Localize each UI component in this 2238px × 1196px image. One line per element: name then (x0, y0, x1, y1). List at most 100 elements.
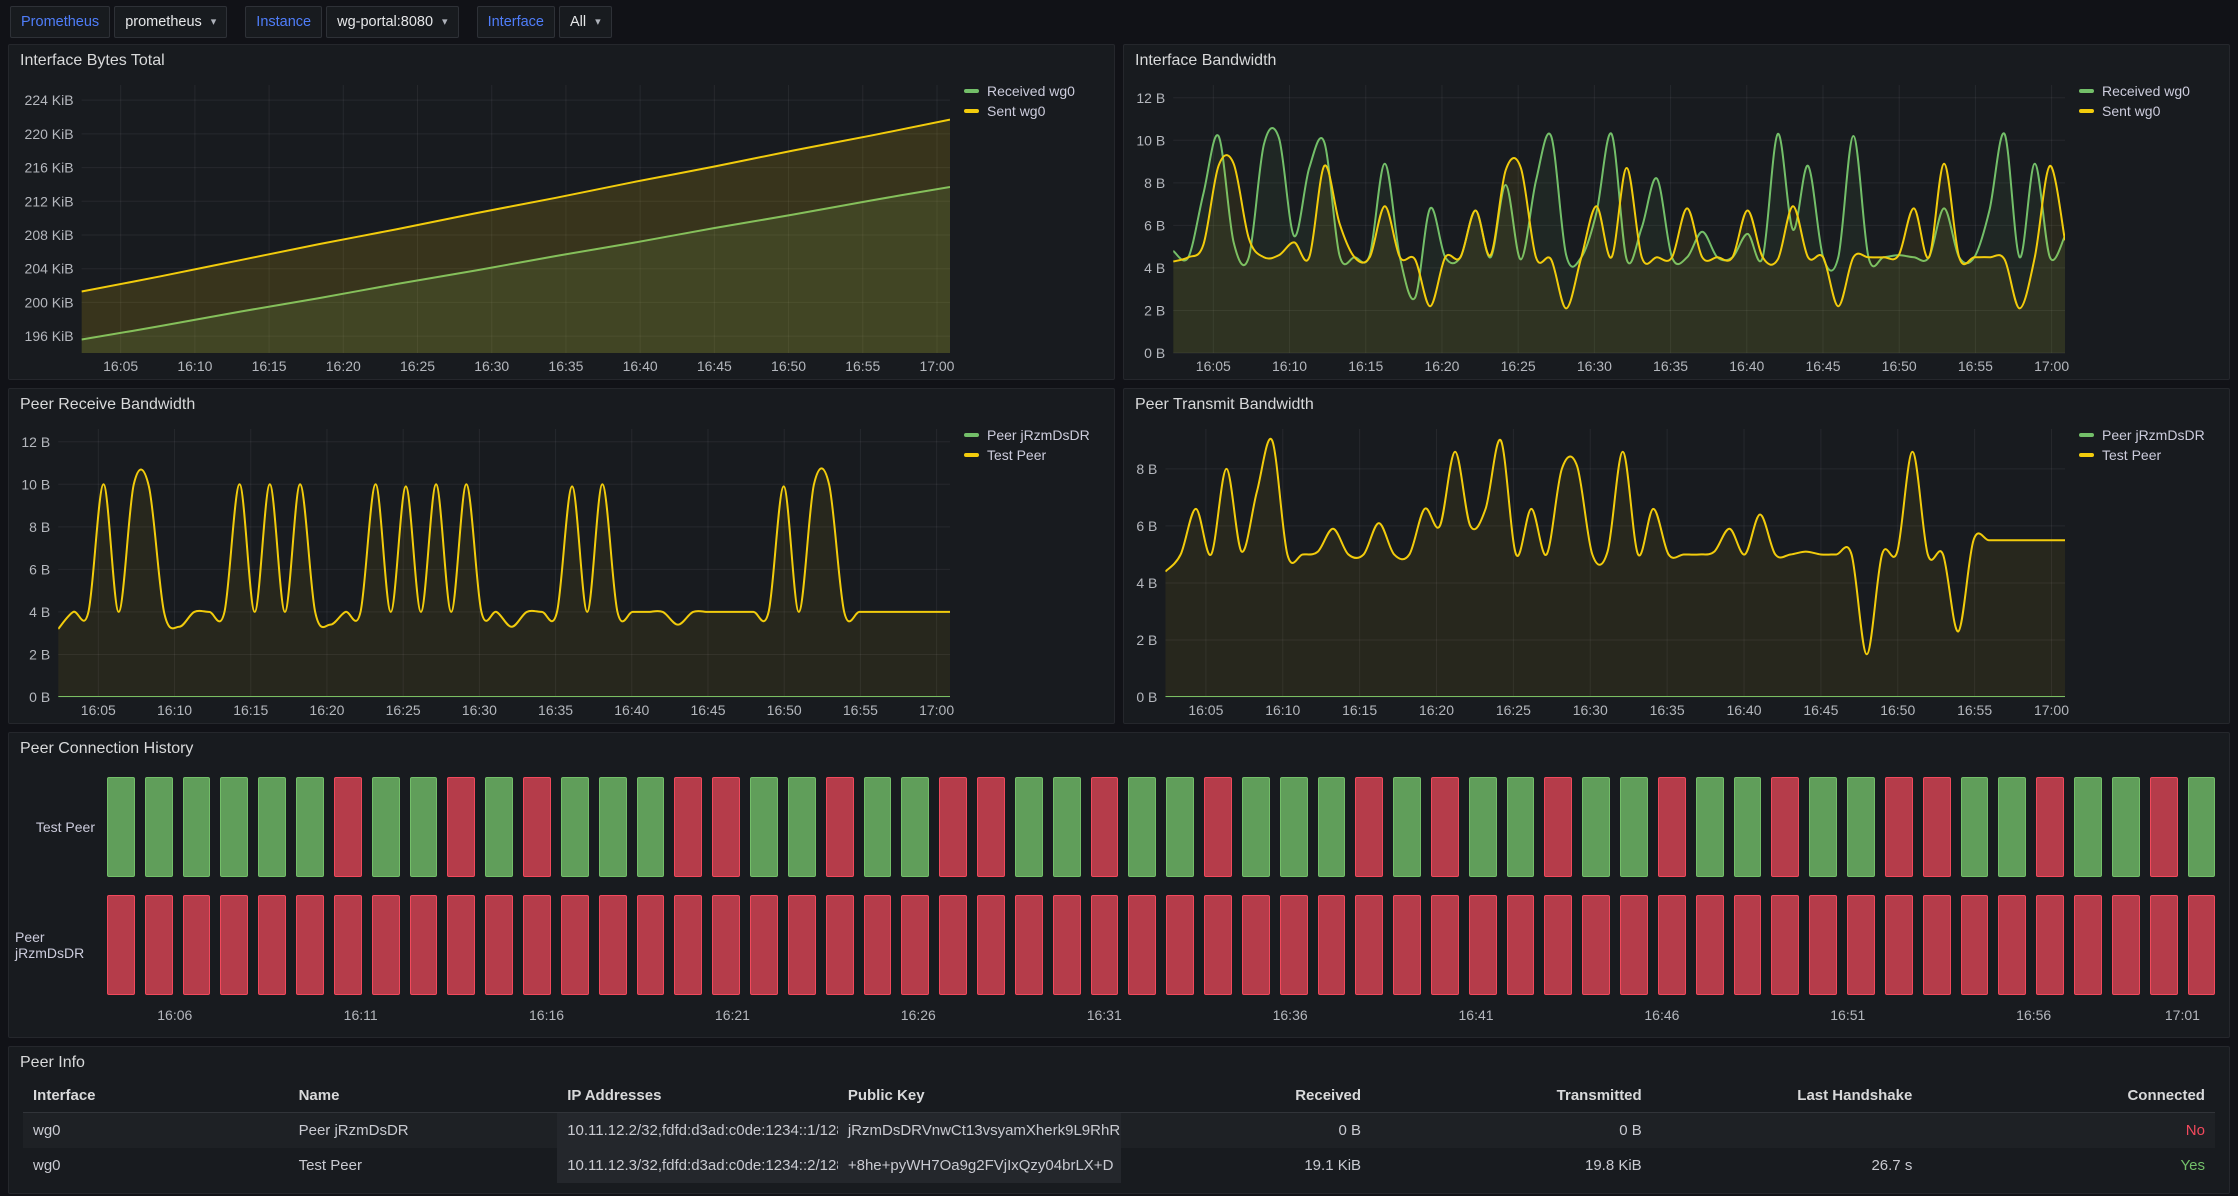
timeline-tick-label: 16:36 (1273, 1007, 1308, 1023)
state-bar (2188, 895, 2216, 995)
timeline-axis: 16:0616:1116:1616:2116:2616:3116:3616:41… (119, 1003, 2201, 1025)
legend-item[interactable]: Test Peer (2079, 447, 2221, 463)
state-bar (1393, 777, 1421, 877)
panel-title[interactable]: Peer Transmit Bandwidth (1124, 389, 2229, 421)
panel-title[interactable]: Interface Bytes Total (9, 45, 1114, 77)
svg-text:16:55: 16:55 (845, 358, 880, 374)
svg-text:16:40: 16:40 (1726, 702, 1761, 718)
svg-text:12 B: 12 B (1136, 90, 1165, 106)
column-header[interactable]: Received (1121, 1079, 1372, 1113)
series-color-swatch (2079, 453, 2094, 457)
svg-text:16:45: 16:45 (690, 702, 725, 718)
svg-text:16:30: 16:30 (1573, 702, 1608, 718)
panel-title[interactable]: Peer Connection History (9, 733, 2229, 765)
state-bar (750, 895, 778, 995)
state-bar (1242, 777, 1270, 877)
panel-interface-bandwidth: Interface Bandwidth 0 B2 B4 B6 B8 B10 B1… (1123, 44, 2230, 380)
column-header[interactable]: Last Handshake (1652, 1079, 1923, 1113)
panel-title[interactable]: Peer Info (9, 1047, 2229, 1079)
var-select-prometheus[interactable]: prometheus ▾ (114, 6, 227, 38)
svg-text:16:05: 16:05 (1196, 358, 1231, 374)
timeline-row-label: Peer jRzmDsDR (15, 895, 107, 995)
legend-item[interactable]: Test Peer (964, 447, 1106, 463)
svg-text:16:55: 16:55 (1958, 358, 1993, 374)
column-header[interactable]: Transmitted (1371, 1079, 1652, 1113)
var-select-interface[interactable]: All ▾ (559, 6, 612, 38)
legend-item[interactable]: Sent wg0 (964, 103, 1106, 119)
svg-text:10 B: 10 B (1136, 132, 1165, 148)
table-cell: jRzmDsDRVnwCt13vsyamXherk9L9RhR (838, 1113, 1121, 1148)
state-bar (1847, 895, 1875, 995)
svg-text:216 KiB: 216 KiB (25, 160, 74, 176)
chart-svg: 196 KiB200 KiB204 KiB208 KiB212 KiB216 K… (15, 77, 958, 377)
var-label-interface: Interface (477, 6, 555, 38)
timeline-tick-label: 17:01 (2165, 1007, 2200, 1023)
state-bar (107, 895, 135, 995)
column-header[interactable]: Public Key (838, 1079, 1121, 1113)
column-header[interactable]: Connected (1922, 1079, 2215, 1113)
legend-item[interactable]: Peer jRzmDsDR (2079, 427, 2221, 443)
state-bar (1053, 777, 1081, 877)
state-bar (485, 777, 513, 877)
state-bar (1318, 777, 1346, 877)
state-bar (107, 777, 135, 877)
legend-item[interactable]: Received wg0 (2079, 83, 2221, 99)
state-bar (977, 777, 1005, 877)
column-header[interactable]: Name (289, 1079, 558, 1113)
series-color-swatch (2079, 89, 2094, 93)
legend-item[interactable]: Received wg0 (964, 83, 1106, 99)
state-bar (1961, 777, 1989, 877)
state-bar (1355, 895, 1383, 995)
chart-legend: Peer jRzmDsDR Test Peer (2073, 421, 2225, 721)
state-bar (1809, 895, 1837, 995)
state-bar (1620, 777, 1648, 877)
state-bar (1469, 777, 1497, 877)
column-header[interactable]: Interface (23, 1079, 289, 1113)
time-series-chart: 0 B2 B4 B6 B8 B10 B12 B16:0516:1016:1516… (15, 421, 958, 721)
var-group-interface: Interface All ▾ (477, 6, 612, 38)
time-series-chart: 0 B2 B4 B6 B8 B16:0516:1016:1516:2016:25… (1130, 421, 2073, 721)
svg-text:0 B: 0 B (1136, 689, 1157, 705)
panel-peer-receive-bandwidth: Peer Receive Bandwidth 0 B2 B4 B6 B8 B10… (8, 388, 1115, 724)
table-cell: 19.8 KiB (1371, 1148, 1652, 1183)
state-bar (1507, 895, 1535, 995)
svg-text:16:50: 16:50 (767, 702, 802, 718)
state-bar (788, 777, 816, 877)
svg-text:16:30: 16:30 (1577, 358, 1612, 374)
timeline-tick-label: 16:21 (715, 1007, 750, 1023)
svg-text:16:05: 16:05 (103, 358, 138, 374)
state-bar (901, 895, 929, 995)
state-bar (1809, 777, 1837, 877)
svg-text:16:40: 16:40 (1729, 358, 1764, 374)
state-bar (712, 895, 740, 995)
svg-text:16:35: 16:35 (1650, 702, 1685, 718)
table-cell: Peer jRzmDsDR (289, 1113, 558, 1148)
state-bar (1128, 777, 1156, 877)
var-value-prometheus: prometheus (125, 14, 202, 30)
table-cell: 19.1 KiB (1121, 1148, 1372, 1183)
column-header[interactable]: IP Addresses (557, 1079, 838, 1113)
state-bar (674, 895, 702, 995)
svg-text:196 KiB: 196 KiB (25, 328, 74, 344)
panel-title[interactable]: Peer Receive Bandwidth (9, 389, 1114, 421)
svg-text:212 KiB: 212 KiB (25, 193, 74, 209)
svg-text:16:40: 16:40 (623, 358, 658, 374)
var-select-instance[interactable]: wg-portal:8080 ▾ (326, 6, 458, 38)
table-cell: 0 B (1121, 1113, 1372, 1148)
panel-title[interactable]: Interface Bandwidth (1124, 45, 2229, 77)
legend-item[interactable]: Peer jRzmDsDR (964, 427, 1106, 443)
svg-text:16:10: 16:10 (177, 358, 212, 374)
state-bar (1771, 777, 1799, 877)
table-cell: Yes (1922, 1148, 2215, 1183)
svg-text:8 B: 8 B (1144, 175, 1165, 191)
svg-text:208 KiB: 208 KiB (25, 227, 74, 243)
legend-item-label: Sent wg0 (987, 103, 1045, 119)
state-bar (750, 777, 778, 877)
state-bar (145, 895, 173, 995)
svg-text:16:10: 16:10 (157, 702, 192, 718)
svg-text:16:20: 16:20 (1424, 358, 1459, 374)
state-bar (1091, 777, 1119, 877)
legend-item[interactable]: Sent wg0 (2079, 103, 2221, 119)
series-color-swatch (964, 109, 979, 113)
var-label-prometheus: Prometheus (10, 6, 110, 38)
